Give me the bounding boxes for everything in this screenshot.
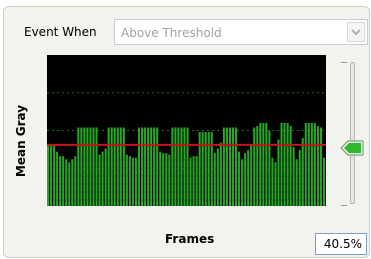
chart-bar <box>137 127 141 206</box>
chart-bar <box>47 144 50 206</box>
chart-bar <box>283 122 286 206</box>
chart-bar <box>180 127 183 206</box>
chart-bar <box>322 157 325 206</box>
chart-bar <box>295 159 298 206</box>
chart-bar <box>141 127 144 206</box>
chart-bar <box>259 122 262 206</box>
chart-bar <box>244 153 247 206</box>
chart-bar <box>71 159 74 206</box>
slider-tick-bottom <box>341 205 347 206</box>
chart-bar <box>116 127 119 206</box>
chart-bar <box>80 127 83 206</box>
chart-bar <box>50 144 53 206</box>
chart-bar <box>271 157 274 206</box>
threshold-slider-thumb[interactable] <box>340 140 364 156</box>
chart-bar <box>219 142 222 206</box>
chart-bar <box>198 132 201 206</box>
chart-bar <box>280 122 283 206</box>
chart-bar <box>301 138 304 206</box>
slider-tick-top <box>341 62 347 63</box>
chart-bar <box>256 125 259 206</box>
chart-bar <box>289 125 292 206</box>
event-when-label: Event When <box>24 25 97 39</box>
chart-bar <box>225 127 228 206</box>
chart-bar <box>62 156 65 206</box>
chart-bar <box>162 153 165 206</box>
chart-bar <box>150 127 153 206</box>
chart-bar <box>313 122 316 206</box>
threshold-slider-track[interactable] <box>350 62 355 204</box>
chart-bar <box>207 132 210 206</box>
chart-bar <box>235 127 238 206</box>
chart-bar <box>131 157 134 206</box>
chart-bar <box>74 156 77 206</box>
chart-bar <box>195 156 198 206</box>
chart-bar <box>310 122 313 206</box>
chart-bar <box>83 127 86 206</box>
chart-bar <box>189 157 192 206</box>
chart-bar <box>192 156 195 206</box>
chart-bar <box>104 148 107 206</box>
chart-bar <box>250 144 253 206</box>
chart-bar <box>92 127 95 206</box>
chart-bar <box>77 127 80 206</box>
chart-bar <box>210 132 213 206</box>
chart-bar <box>265 122 268 206</box>
chart-bar <box>292 147 295 206</box>
chart-bar <box>183 127 186 206</box>
chart-bar <box>222 127 225 206</box>
chart-bar <box>231 127 235 206</box>
chart-bar <box>174 127 177 206</box>
chart-bar <box>122 127 125 206</box>
chart-bar <box>95 127 98 206</box>
chart-bar <box>307 122 310 206</box>
chart-frame <box>47 55 326 206</box>
chart-bar <box>216 148 219 206</box>
chart-bar <box>201 132 204 206</box>
chart-bar <box>110 127 113 206</box>
chart-bar <box>247 150 250 206</box>
chart-x-axis-label: Frames <box>165 232 215 246</box>
chart-bar <box>107 127 110 206</box>
chart-bar <box>228 127 231 206</box>
chart-bar <box>89 127 92 206</box>
chart-bar <box>213 153 216 206</box>
chart-bar <box>156 127 159 206</box>
chart-bar <box>125 154 128 206</box>
chart-bar <box>253 127 256 206</box>
chart-bar <box>204 132 207 206</box>
chart-bar <box>319 127 322 206</box>
chart-bar <box>59 156 62 206</box>
chart-bar <box>144 127 147 206</box>
chart-bar <box>98 154 101 206</box>
chart-bar <box>316 125 319 206</box>
chart-bar <box>177 127 180 206</box>
mean-gray-chart <box>47 92 326 206</box>
chart-bar <box>286 122 289 206</box>
chart-bar <box>165 153 168 206</box>
chart-bar <box>113 127 116 206</box>
event-when-select-value: Above Threshold <box>121 26 222 40</box>
chart-bar <box>304 122 307 206</box>
chart-bar <box>65 159 68 206</box>
chart-bar <box>147 127 150 206</box>
chart-bar <box>298 150 301 206</box>
threshold-percent-field[interactable]: 40.5% <box>315 233 367 255</box>
chart-bar <box>262 122 265 206</box>
chart-bar <box>134 157 137 206</box>
chart-bar <box>128 156 131 206</box>
chart-bar <box>186 127 189 206</box>
event-when-select[interactable]: Above Threshold <box>114 19 368 45</box>
chart-bar <box>171 127 174 206</box>
chart-bar <box>168 154 171 206</box>
chart-bar <box>153 127 156 206</box>
chart-bar <box>241 159 244 206</box>
chart-y-axis-label: Mean Gray <box>14 104 28 178</box>
chart-bar <box>86 127 89 206</box>
chart-bar <box>119 127 122 206</box>
chart-bar <box>277 139 280 206</box>
chevron-down-icon[interactable] <box>347 22 365 42</box>
